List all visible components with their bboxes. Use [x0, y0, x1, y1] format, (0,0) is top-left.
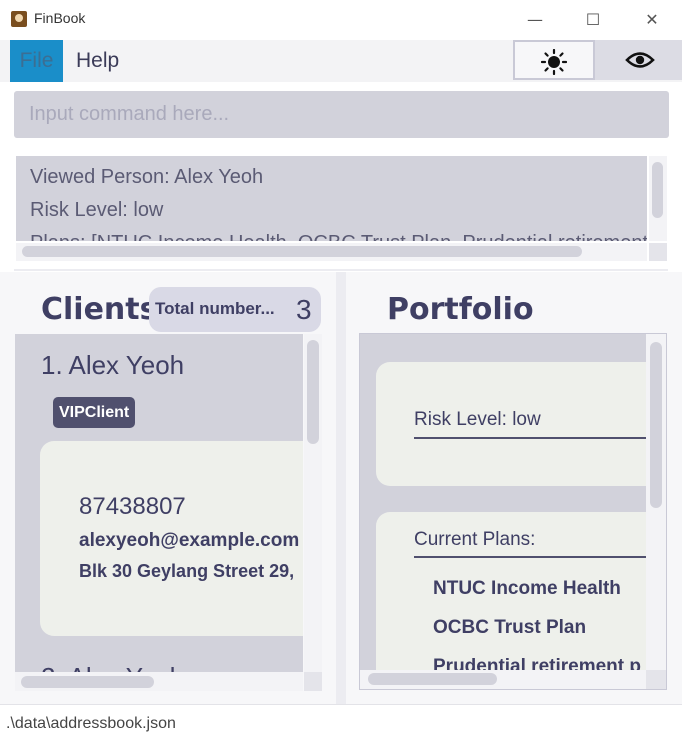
client-list[interactable]: 1. Alex Yeoh VIPClient 87438807 alexyeoh… — [15, 334, 303, 672]
scroll-corner — [304, 672, 322, 691]
portfolio-title: Portfolio — [387, 292, 534, 327]
portfolio-horizontal-scroll-thumb[interactable] — [368, 673, 497, 685]
result-line: Viewed Person: Alex Yeoh — [30, 166, 264, 188]
menu-file[interactable]: File — [10, 40, 63, 82]
client-email: alexyeoh@example.com — [79, 530, 300, 551]
close-button[interactable]: ✕ — [627, 6, 677, 34]
client-name[interactable]: 1. Alex Yeoh — [41, 350, 184, 381]
client-tag-badge: VIPClient — [53, 397, 136, 428]
result-line: Risk Level: low — [30, 199, 164, 221]
theme-toggle-button[interactable] — [513, 40, 595, 80]
scroll-corner — [646, 670, 666, 689]
client-list-horizontal-scroll-thumb[interactable] — [21, 676, 154, 688]
split-pane-divider[interactable] — [336, 272, 346, 704]
divider — [14, 269, 668, 271]
client-address: Blk 30 Geylang Street 29, — [79, 561, 295, 581]
app-icon — [11, 11, 27, 27]
view-toggle-button[interactable] — [595, 40, 682, 80]
client-detail-card[interactable]: 87438807 alexyeoh@example.com Blk 30 Gey… — [40, 441, 303, 636]
result-display[interactable]: Viewed Person: Alex Yeoh Risk Level: low… — [16, 156, 647, 241]
result-horizontal-scroll-thumb[interactable] — [22, 246, 582, 257]
client-list-vertical-scroll-thumb[interactable] — [307, 340, 319, 444]
eye-icon — [625, 52, 655, 68]
total-count-value: 3 — [296, 294, 312, 325]
sun-icon — [541, 49, 567, 75]
menu-help[interactable]: Help — [76, 40, 119, 82]
portfolio-frame — [359, 333, 667, 690]
window-title: FinBook — [34, 10, 86, 26]
maximize-button[interactable]: ☐ — [568, 6, 618, 34]
command-input[interactable] — [14, 91, 669, 138]
clients-title: Clients — [41, 292, 158, 327]
client-phone: 87438807 — [79, 493, 186, 520]
total-count-label: Total number... — [155, 299, 275, 318]
portfolio-vertical-scroll-thumb[interactable] — [650, 342, 662, 508]
result-line: Plans: [NTUC Income Health, OCBC Trust P… — [30, 232, 647, 241]
status-divider — [0, 704, 682, 705]
result-vertical-scroll-thumb[interactable] — [652, 162, 663, 218]
save-location-path: .\data\addressbook.json — [6, 715, 176, 732]
client-name[interactable]: 2. Alex Yeoh — [41, 662, 184, 672]
scroll-corner — [649, 243, 667, 261]
minimize-button[interactable]: — — [510, 6, 560, 34]
